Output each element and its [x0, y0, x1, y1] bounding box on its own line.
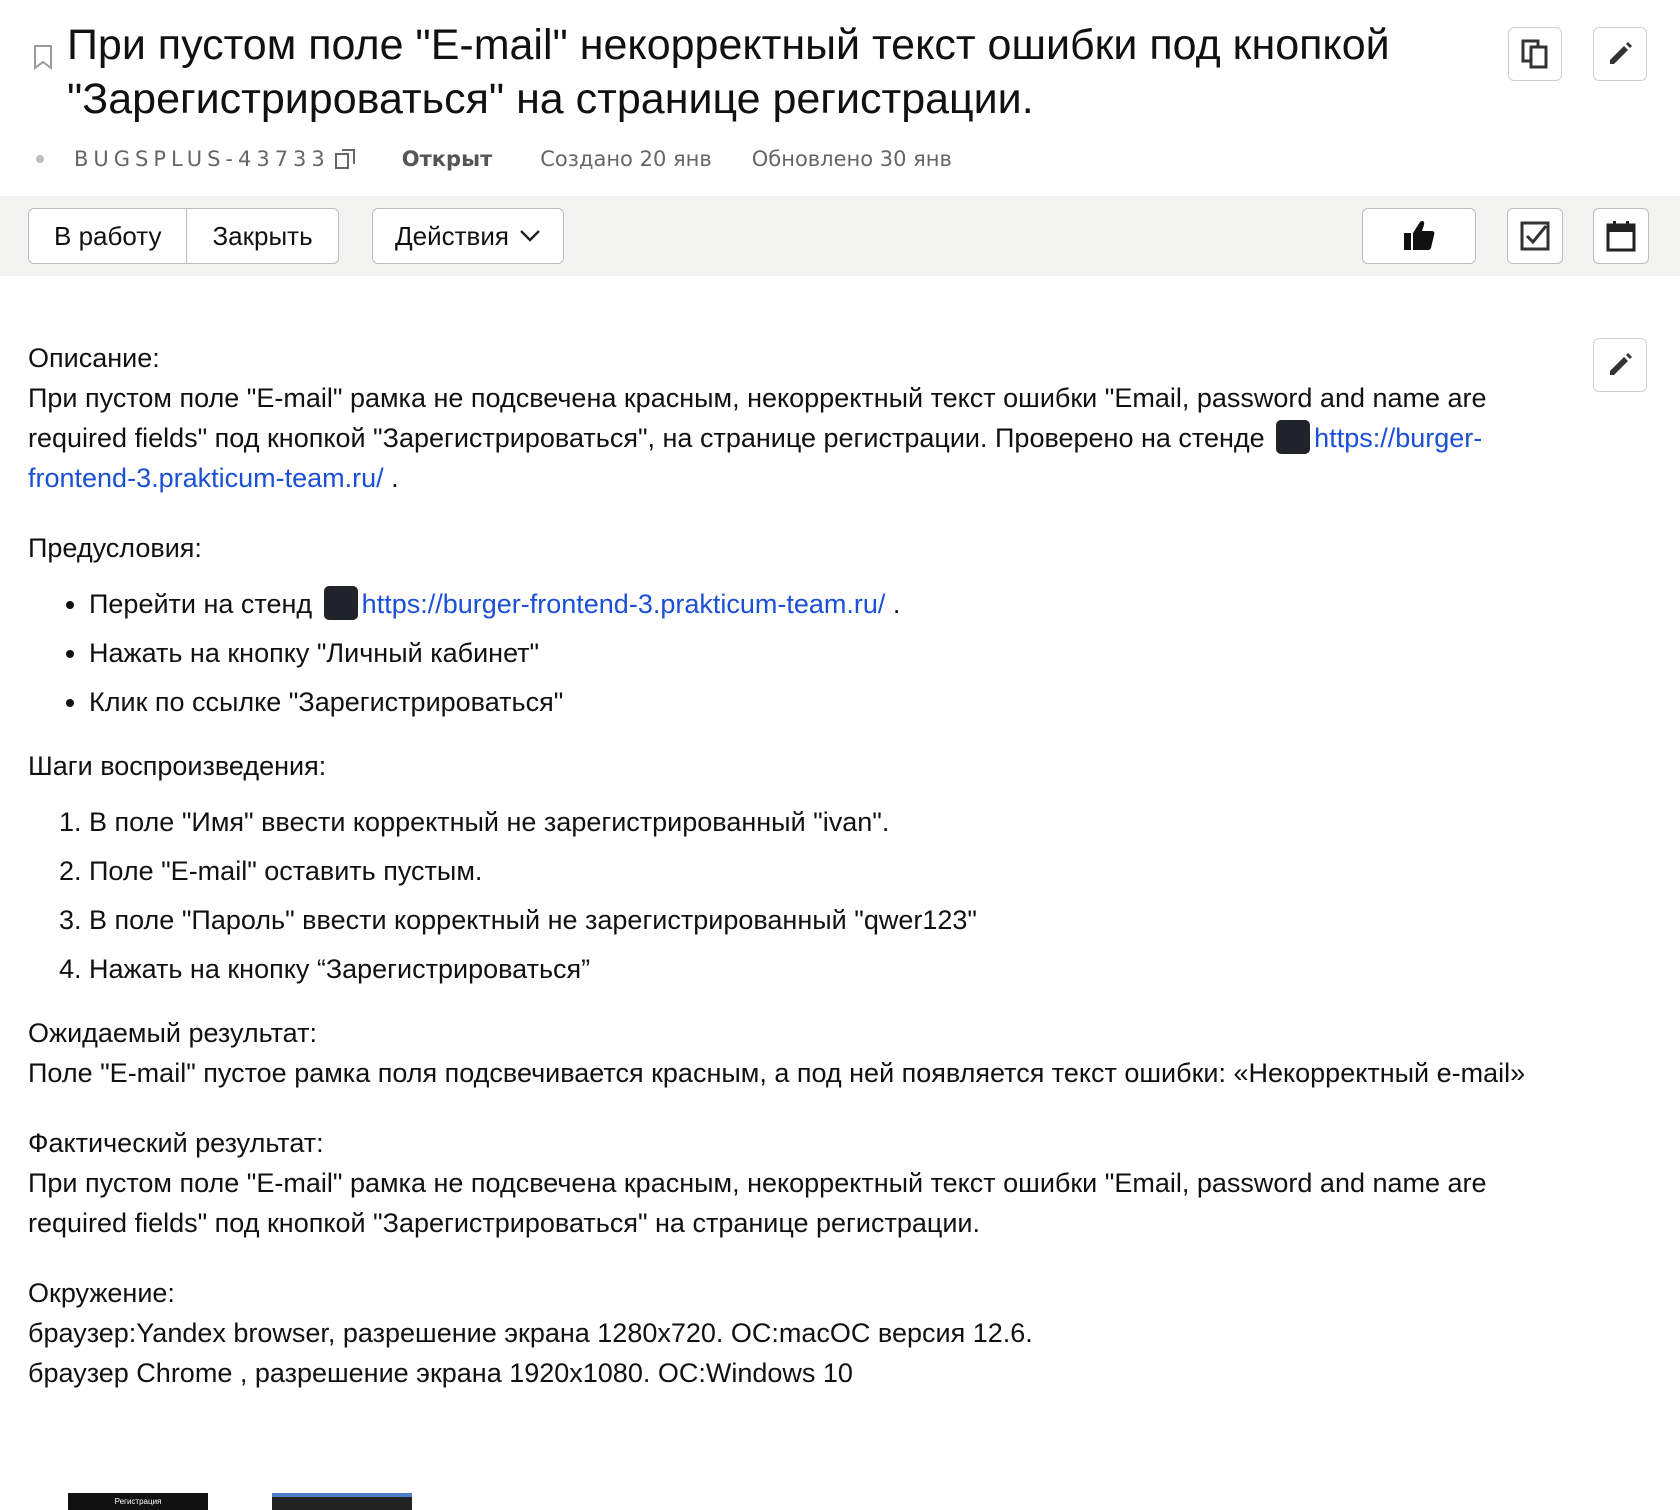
issue-title: При пустом поле "E-mail" некорректный те…: [67, 21, 1390, 123]
actual-section: Фактический результат: При пустом поле "…: [28, 1123, 1568, 1243]
react-logo-icon: [323, 586, 358, 620]
steps-label: Шаги воспроизведения:: [28, 751, 327, 781]
list-item: Клик по ссылке "Зарегистрироваться": [89, 682, 1568, 722]
description-text: При пустом поле "E-mail" рамка не подсве…: [28, 378, 1568, 498]
stand-link[interactable]: https://burger-frontend-3.prakticum-team…: [362, 589, 886, 619]
preconditions-label: Предусловия:: [28, 533, 202, 563]
issue-meta: BUGSPLUS-43733 Открыт Создано 20 янв Обн…: [36, 144, 952, 174]
checklist-button[interactable]: [1507, 208, 1563, 264]
environment-line: браузер Chrome , разрешение экрана 1920x…: [28, 1358, 853, 1388]
like-button[interactable]: [1362, 208, 1476, 264]
actions-dropdown[interactable]: Действия: [372, 208, 564, 264]
list-item: Нажать на кнопку "Личный кабинет": [89, 633, 1568, 673]
checkbox-icon: [1520, 221, 1550, 251]
copy-icon: [1521, 39, 1548, 69]
status-buttons: В работу Закрыть: [28, 208, 339, 264]
environment-line: браузер:Yandex browser, разрешение экран…: [28, 1318, 1033, 1348]
created-date: Создано 20 янв: [540, 147, 712, 171]
updated-date: Обновлено 30 янв: [751, 147, 952, 171]
description-section: Описание: При пустом поле "E-mail" рамка…: [28, 338, 1568, 498]
preconditions-list: Перейти на стенд https://burger-frontend…: [28, 584, 1568, 722]
priority-dot: [36, 155, 44, 163]
actions-label: Действия: [395, 220, 509, 251]
edit-description-button[interactable]: [1593, 338, 1647, 392]
steps-list: В поле "Имя" ввести корректный не зареги…: [28, 802, 1568, 989]
thumbnail-caption: Регистрация: [114, 1497, 162, 1506]
status-badge[interactable]: Открыт: [402, 147, 492, 171]
attachment-thumbnail[interactable]: [272, 1493, 412, 1510]
calendar-icon: [1606, 221, 1636, 252]
expected-section: Ожидаемый результат: Поле "E-mail" пусто…: [28, 1013, 1568, 1093]
issue-header: При пустом поле "E-mail" некорректный те…: [0, 0, 1680, 196]
preconditions-section: Предусловия: Перейти на стенд https://bu…: [28, 528, 1568, 722]
description-label: Описание:: [28, 343, 160, 373]
expected-text: Поле "E-mail" пустое рамка поля подсвечи…: [28, 1058, 1526, 1088]
issue-description: Описание: При пустом поле "E-mail" рамка…: [28, 338, 1568, 1393]
copy-key-icon[interactable]: [334, 147, 358, 171]
attachment-thumbnail[interactable]: Регистрация: [68, 1493, 208, 1510]
actual-text: При пустом поле "E-mail" рамка не подсве…: [28, 1168, 1487, 1238]
expected-label: Ожидаемый результат:: [28, 1018, 317, 1048]
list-item: Поле "E-mail" оставить пустым.: [89, 851, 1568, 891]
chevron-down-icon: [520, 230, 540, 242]
close-button[interactable]: Закрыть: [186, 209, 337, 263]
action-toolbar: В работу Закрыть Действия: [0, 196, 1680, 276]
bookmark-icon[interactable]: [32, 44, 54, 70]
description-end: .: [383, 463, 399, 493]
environment-section: Окружение: браузер:Yandex browser, разре…: [28, 1273, 1568, 1393]
list-item: В поле "Имя" ввести корректный не зареги…: [89, 802, 1568, 842]
environment-label: Окружение:: [28, 1278, 175, 1308]
in-work-button[interactable]: В работу: [29, 209, 186, 263]
react-logo-icon: [1276, 420, 1311, 454]
thumbs-up-icon: [1404, 221, 1435, 250]
list-item: Перейти на стенд https://burger-frontend…: [89, 584, 1568, 624]
list-item-end: .: [885, 589, 901, 619]
calendar-button[interactable]: [1593, 208, 1649, 264]
pencil-icon: [1610, 353, 1632, 375]
description-body: При пустом поле "E-mail" рамка не подсве…: [28, 383, 1487, 453]
list-item-text: Перейти на стенд: [89, 589, 320, 619]
issue-key[interactable]: BUGSPLUS-43733: [74, 147, 330, 171]
actual-label: Фактический результат:: [28, 1128, 324, 1158]
edit-title-button[interactable]: [1593, 27, 1647, 81]
steps-section: Шаги воспроизведения: В поле "Имя" ввест…: [28, 746, 1568, 989]
list-item: В поле "Пароль" ввести корректный не зар…: [89, 900, 1568, 940]
copy-issue-button[interactable]: [1508, 27, 1562, 81]
list-item: Нажать на кнопку “Зарегистрироваться”: [89, 949, 1568, 989]
pencil-icon: [1610, 42, 1632, 64]
